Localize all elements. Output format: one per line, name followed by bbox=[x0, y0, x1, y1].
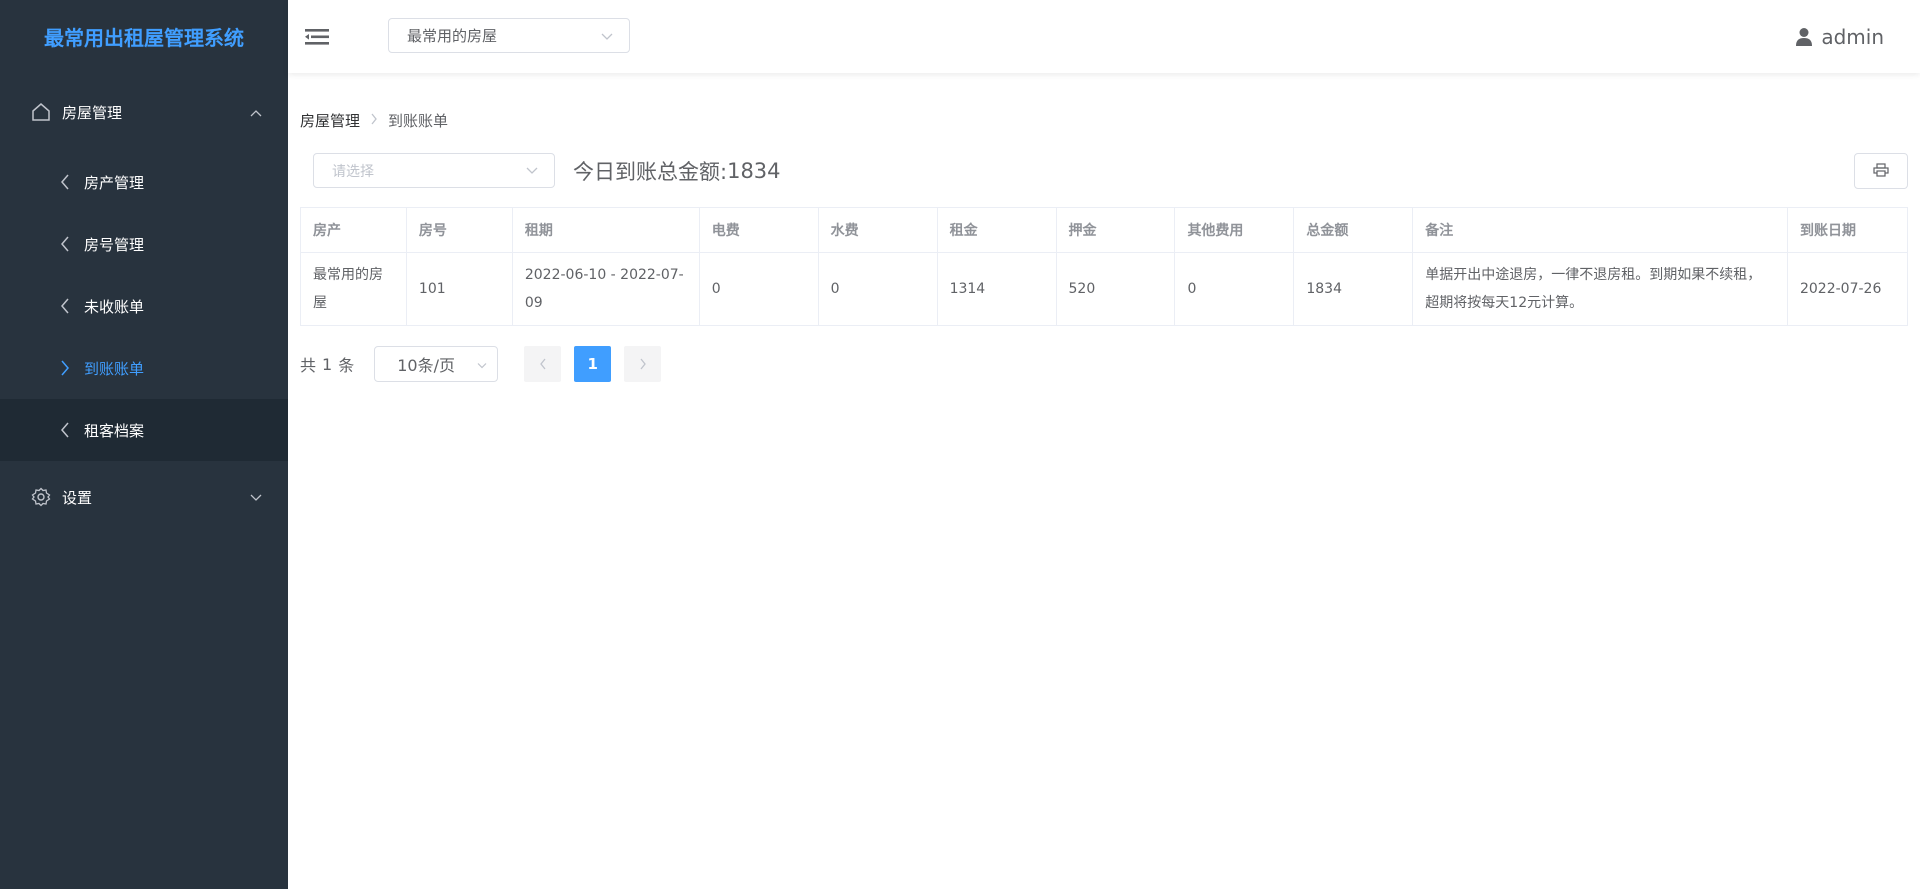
chevron-down-icon bbox=[601, 27, 613, 45]
sidebar-item-received[interactable]: 到账账单 bbox=[0, 337, 288, 399]
column-header: 押金 bbox=[1055, 207, 1176, 253]
chevron-left-icon bbox=[58, 422, 72, 438]
sidebar-item-property[interactable]: 房产管理 bbox=[0, 151, 288, 213]
column-header: 总金额 bbox=[1293, 207, 1414, 253]
property-select[interactable]: 最常用的房屋 bbox=[388, 18, 630, 53]
column-header: 备注 bbox=[1412, 207, 1788, 253]
breadcrumb-current: 到账账单 bbox=[388, 112, 449, 130]
cell-date: 2022-07-26 bbox=[1786, 252, 1909, 326]
sidebar-item-unpaid[interactable]: 未收账单 bbox=[0, 275, 288, 337]
sidebar-item-label: 房产管理 bbox=[84, 173, 145, 192]
sidebar-item-room[interactable]: 房号管理 bbox=[0, 213, 288, 275]
cell-water: 0 bbox=[817, 252, 938, 326]
column-header: 房号 bbox=[405, 207, 513, 253]
gear-icon bbox=[30, 486, 52, 508]
app-title: 最常用出租屋管理系统 bbox=[44, 26, 244, 50]
page-number-button[interactable]: 1 bbox=[574, 346, 612, 382]
column-header: 房产 bbox=[300, 207, 407, 253]
user-icon bbox=[1795, 27, 1813, 47]
bills-table: 房产 房号 租期 电费 水费 租金 押金 其他费用 总金额 备注 到账日期 最常… bbox=[300, 207, 1909, 326]
sidebar-item-label: 到账账单 bbox=[84, 359, 145, 378]
cell-period: 2022-06-10 - 2022-07-09 bbox=[511, 252, 700, 326]
chevron-right-icon bbox=[58, 360, 72, 376]
sidebar: 最常用出租屋管理系统 房屋管理 房产管理 房号管理 未收账单 到账账单 租客档案 bbox=[0, 0, 288, 889]
chevron-down-icon bbox=[526, 163, 538, 179]
sidebar-item-label: 未收账单 bbox=[84, 297, 145, 316]
menu-group-settings-label: 设置 bbox=[62, 488, 93, 507]
column-header: 其他费用 bbox=[1174, 207, 1295, 253]
filter-select[interactable]: 请选择 bbox=[313, 153, 555, 188]
cell-note: 单据开出中途退房，一律不退房租。到期如果不续租，超期将按每天12元计算。 bbox=[1412, 252, 1788, 326]
chevron-right-icon bbox=[639, 355, 647, 374]
chevron-down-icon bbox=[477, 355, 487, 374]
menu-group-house-label: 房屋管理 bbox=[62, 103, 123, 122]
print-button[interactable] bbox=[1854, 153, 1908, 189]
chevron-left-icon bbox=[58, 298, 72, 314]
sidebar-item-tenants[interactable]: 租客档案 bbox=[0, 399, 288, 461]
prev-page-button[interactable] bbox=[524, 346, 562, 382]
sidebar-item-label: 房号管理 bbox=[84, 235, 145, 254]
chevron-left-icon bbox=[58, 174, 72, 190]
cell-property: 最常用的房屋 bbox=[300, 252, 407, 326]
pagination: 共 1 条 10条/页 1 bbox=[300, 346, 662, 382]
page-size-value: 10条/页 bbox=[397, 356, 455, 375]
breadcrumb: 房屋管理 到账账单 bbox=[300, 110, 448, 131]
filter-select-placeholder: 请选择 bbox=[332, 163, 374, 180]
today-total: 今日到账总金额: 1834 bbox=[573, 156, 781, 186]
printer-icon bbox=[1873, 162, 1889, 181]
chevron-up-icon bbox=[250, 103, 262, 121]
top-header: 最常用的房屋 admin bbox=[288, 0, 1920, 73]
cell-room: 101 bbox=[405, 252, 513, 326]
menu-fold-icon[interactable] bbox=[304, 26, 330, 48]
chevron-left-icon bbox=[58, 236, 72, 252]
cell-rent: 1314 bbox=[936, 252, 1057, 326]
table-row: 最常用的房屋 101 2022-06-10 - 2022-07-09 0 0 1… bbox=[300, 252, 1909, 326]
column-header: 到账日期 bbox=[1786, 207, 1909, 253]
chevron-left-icon bbox=[539, 355, 547, 374]
submenu-house: 房产管理 房号管理 未收账单 到账账单 租客档案 bbox=[0, 151, 288, 461]
property-select-value: 最常用的房屋 bbox=[407, 27, 498, 45]
column-header: 租期 bbox=[511, 207, 700, 253]
home-icon bbox=[30, 101, 52, 123]
today-total-value: 1834 bbox=[727, 159, 781, 183]
column-header: 电费 bbox=[698, 207, 819, 253]
total-prefix: 共 bbox=[300, 356, 317, 375]
cell-total: 1834 bbox=[1293, 252, 1414, 326]
column-header: 水费 bbox=[817, 207, 938, 253]
chevron-down-icon bbox=[250, 488, 262, 506]
cell-deposit: 520 bbox=[1055, 252, 1176, 326]
total-suffix: 条 bbox=[338, 356, 355, 375]
menu-group-settings[interactable]: 设置 bbox=[0, 461, 288, 533]
user-menu[interactable]: admin bbox=[1795, 0, 1884, 73]
username: admin bbox=[1821, 24, 1884, 49]
column-header: 租金 bbox=[936, 207, 1057, 253]
page-size-select[interactable]: 10条/页 bbox=[374, 346, 499, 382]
next-page-button[interactable] bbox=[624, 346, 662, 382]
cell-electricity: 0 bbox=[698, 252, 819, 326]
breadcrumb-separator-icon bbox=[370, 113, 378, 129]
breadcrumb-root[interactable]: 房屋管理 bbox=[300, 110, 360, 131]
total-count: 1 bbox=[322, 354, 333, 374]
sidebar-item-label: 租客档案 bbox=[84, 421, 145, 440]
today-total-label: 今日到账总金额: bbox=[573, 160, 728, 184]
cell-other: 0 bbox=[1174, 252, 1295, 326]
table-header-row: 房产 房号 租期 电费 水费 租金 押金 其他费用 总金额 备注 到账日期 bbox=[300, 207, 1909, 253]
menu-group-house[interactable]: 房屋管理 bbox=[0, 73, 288, 151]
